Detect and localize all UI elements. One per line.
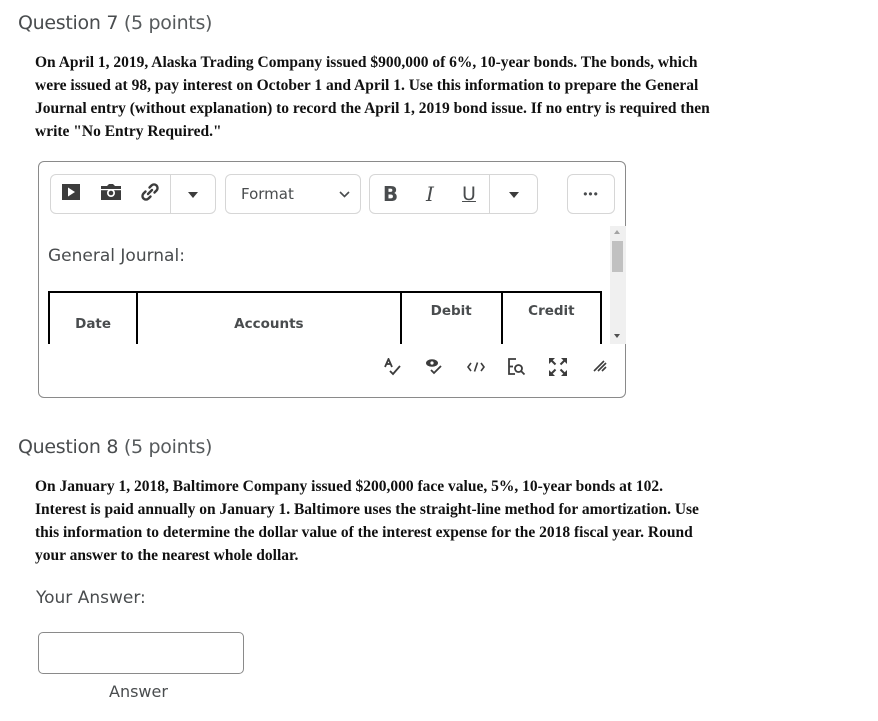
- question-7-text: On April 1, 2019, Alaska Trading Company…: [35, 51, 775, 143]
- question-8-text-line: your answer to the nearest whole dollar.: [35, 547, 299, 564]
- question-7-text-line: were issued at 98, pay interest on Octob…: [35, 77, 699, 94]
- bold-icon: B: [382, 182, 399, 206]
- caret-down-icon: [508, 185, 519, 203]
- format-dropdown-label: Format: [241, 185, 294, 203]
- fullscreen-icon: [549, 357, 567, 381]
- find-replace-icon: [508, 357, 526, 381]
- insert-toolbar-group: [50, 174, 216, 214]
- italic-icon: I: [426, 182, 434, 206]
- bold-button[interactable]: B: [370, 175, 411, 213]
- more-options-icon: •••: [583, 187, 599, 201]
- question-7-text-line: Journal entry (without explanation) to r…: [35, 100, 710, 117]
- question-8-points: (5 points): [123, 436, 213, 458]
- your-answer-label: Your Answer:: [36, 588, 146, 608]
- accounts-column-header: Accounts: [136, 291, 402, 344]
- insert-video-button[interactable]: [51, 175, 91, 213]
- insert-image-button[interactable]: [91, 175, 131, 213]
- accessibility-check-icon: [425, 358, 443, 381]
- accessibility-checker-button[interactable]: [423, 358, 445, 380]
- debit-column-header: Debit: [399, 291, 503, 344]
- format-dropdown[interactable]: Format: [225, 174, 361, 214]
- question-8-text-line: this information to determine the dollar…: [35, 524, 693, 541]
- text-style-toolbar-group: B I U: [369, 174, 538, 214]
- underline-button[interactable]: U: [449, 175, 489, 213]
- answer-input[interactable]: [38, 632, 244, 674]
- question-8-heading: Question 8 (5 points): [18, 436, 212, 458]
- resize-handle-icon: [592, 359, 608, 380]
- link-icon: [140, 182, 160, 207]
- date-column-header: Date: [47, 291, 139, 344]
- fullscreen-button[interactable]: [547, 357, 569, 381]
- question-7-heading: Question 7 (5 points): [18, 12, 212, 34]
- question-7-title: Question 7: [18, 12, 119, 34]
- journal-header-row: Date Accounts Debit Credit: [47, 291, 603, 344]
- source-code-icon: [467, 360, 485, 378]
- question-8-text: On January 1, 2018, Baltimore Company is…: [35, 475, 775, 567]
- chevron-down-icon: [339, 185, 350, 203]
- question-7-text-line: On April 1, 2019, Alaska Trading Company…: [35, 54, 698, 71]
- insert-more-dropdown[interactable]: [171, 175, 215, 213]
- spellcheck-button[interactable]: [382, 356, 404, 381]
- italic-button[interactable]: I: [411, 175, 449, 213]
- camera-icon: [100, 183, 121, 205]
- find-replace-button[interactable]: [506, 357, 528, 381]
- editor-scrollbar[interactable]: [610, 226, 626, 344]
- rich-text-editor[interactable]: Format B I U ••• General Journal: Date A…: [38, 161, 626, 398]
- scroll-down-arrow-icon[interactable]: [614, 334, 620, 338]
- editor-content-area[interactable]: General Journal: Date Accounts Debit Cre…: [40, 226, 611, 344]
- general-journal-table[interactable]: Date Accounts Debit Credit: [47, 291, 603, 344]
- question-8-text-line: Interest is paid annually on January 1. …: [35, 501, 699, 518]
- underline-icon: U: [462, 183, 476, 205]
- more-options-button[interactable]: •••: [567, 174, 615, 214]
- answer-caption: Answer: [109, 682, 168, 701]
- insert-link-button[interactable]: [131, 175, 171, 213]
- spellcheck-icon: [384, 356, 402, 381]
- resize-handle[interactable]: [589, 358, 611, 380]
- caret-down-icon: [188, 185, 199, 203]
- scrollbar-thumb[interactable]: [612, 241, 623, 272]
- source-code-button[interactable]: [465, 358, 487, 380]
- text-style-more-dropdown[interactable]: [490, 175, 537, 213]
- question-8-text-line: On January 1, 2018, Baltimore Company is…: [35, 478, 664, 495]
- question-7-text-line: write "No Entry Required.": [35, 123, 222, 140]
- video-icon: [61, 183, 80, 205]
- scroll-up-arrow-icon[interactable]: [614, 230, 620, 234]
- question-8-title: Question 8: [18, 436, 119, 458]
- question-7-points: (5 points): [123, 12, 213, 34]
- credit-column-header: Credit: [500, 291, 603, 344]
- general-journal-heading: General Journal:: [48, 246, 185, 266]
